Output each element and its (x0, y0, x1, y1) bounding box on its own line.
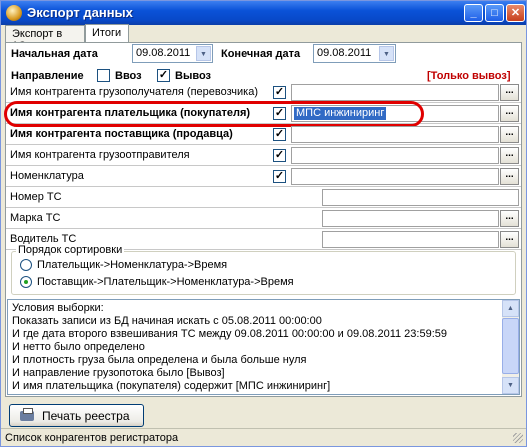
window-title: Экспорт данных (27, 5, 133, 20)
sort-option-label: Плательщик->Номенклатура->Время (37, 259, 228, 271)
browse-button[interactable]: ... (500, 210, 519, 227)
filter-checkbox[interactable]: ✓ (273, 170, 286, 183)
export-label: Вывоз (175, 70, 211, 82)
chevron-down-icon[interactable]: ▼ (196, 46, 211, 61)
filter-label: Номер ТС (10, 191, 62, 203)
filter-checkbox[interactable]: ✓ (273, 149, 286, 162)
filter-input[interactable] (322, 231, 499, 248)
close-icon: ✕ (510, 7, 521, 19)
browse-button[interactable]: ... (500, 105, 519, 122)
sort-option-label: Поставщик->Плательщик->Номенклатура->Вре… (37, 276, 294, 288)
filter-label: Марка ТС (10, 212, 61, 224)
export-window: Экспорт данных _ □ ✕ Экспорт в 1С Итоги … (0, 0, 527, 447)
start-date-label: Начальная дата (11, 48, 98, 60)
filter-input[interactable] (291, 168, 499, 185)
filter-checkbox[interactable]: ✓ (273, 86, 286, 99)
maximize-button[interactable]: □ (485, 4, 504, 22)
end-date-picker[interactable]: 09.08.2011 ▼ (313, 44, 396, 63)
filter-row-vehicle-number: Номер ТС (6, 188, 521, 208)
totals-panel: Начальная дата 09.08.2011 ▼ Конечная дат… (4, 42, 522, 397)
import-label: Ввоз (115, 70, 142, 82)
sort-option-payer-radio[interactable] (20, 259, 32, 271)
condition-line: И имя плательщика (покупателя) содержит … (12, 380, 331, 392)
condition-line: И плотность груза была определена и была… (12, 354, 307, 366)
maximize-icon: □ (491, 7, 498, 19)
filter-input[interactable] (322, 189, 519, 206)
tab-totals[interactable]: Итоги (85, 24, 129, 43)
import-checkbox[interactable] (97, 69, 110, 82)
browse-button[interactable]: ... (500, 231, 519, 248)
red-highlight-outline (4, 101, 424, 127)
status-text: Список конрагентов регистратора (5, 432, 179, 444)
end-date-value: 09.08.2011 (317, 47, 372, 59)
scroll-up-icon[interactable]: ▲ (502, 300, 519, 317)
start-date-picker[interactable]: 09.08.2011 ▼ (132, 44, 213, 63)
resize-grip-icon[interactable] (513, 433, 523, 443)
filter-row-shipper: Имя контрагента грузоотправителя ✓ ... (6, 146, 521, 166)
condition-line: И направление грузопотока было [Вывоз] (12, 367, 225, 379)
direction-label: Направление (11, 70, 84, 82)
filter-row-nomenclature: Номенклатура ✓ ... (6, 167, 521, 187)
filter-label: Имя контрагента грузополучателя (перевоз… (10, 86, 259, 98)
tab-export-1c[interactable]: Экспорт в 1С (5, 25, 85, 52)
title-bar[interactable]: Экспорт данных _ □ ✕ (1, 1, 526, 25)
condition-line: И где дата второго взвешивания ТС между … (12, 328, 447, 340)
print-registry-label: Печать реестра (42, 409, 130, 423)
print-registry-button[interactable]: Печать реестра (9, 404, 144, 427)
only-export-indicator: [Только вывоз] (427, 70, 511, 82)
browse-button[interactable]: ... (500, 147, 519, 164)
filter-input[interactable] (322, 210, 499, 227)
close-button[interactable]: ✕ (506, 4, 525, 22)
filter-input[interactable] (291, 84, 499, 101)
scroll-thumb[interactable] (502, 318, 519, 374)
app-icon (6, 5, 22, 21)
filter-row-supplier: Имя контрагента поставщика (продавца) ✓ … (6, 125, 521, 145)
memo-scrollbar[interactable]: ▲ ▼ (502, 300, 519, 394)
browse-button[interactable]: ... (500, 84, 519, 101)
filter-input[interactable] (291, 147, 499, 164)
conditions-memo[interactable]: Условия выборки: Показать записи из БД н… (7, 299, 520, 395)
sort-option-supplier-radio[interactable] (20, 276, 32, 288)
condition-line: Условия выборки: (12, 302, 104, 314)
sort-order-group (11, 251, 516, 295)
browse-button[interactable]: ... (500, 168, 519, 185)
minimize-icon: _ (470, 7, 477, 19)
browse-button[interactable]: ... (500, 126, 519, 143)
condition-line: Показать записи из БД начиная искать с 0… (12, 315, 322, 327)
filter-checkbox[interactable]: ✓ (273, 128, 286, 141)
export-checkbox[interactable]: ✓ (157, 69, 170, 82)
minimize-button[interactable]: _ (464, 4, 483, 22)
end-date-label: Конечная дата (221, 48, 301, 60)
start-date-value: 09.08.2011 (136, 47, 191, 59)
scroll-down-icon[interactable]: ▼ (502, 377, 519, 394)
printer-icon (20, 408, 34, 421)
filter-row-vehicle-brand: Марка ТС ... (6, 209, 521, 229)
chevron-down-icon[interactable]: ▼ (379, 46, 394, 61)
filter-label: Номенклатура (10, 170, 84, 182)
filter-input[interactable] (291, 126, 499, 143)
filter-label: Имя контрагента поставщика (продавца) (10, 128, 233, 140)
filter-label: Имя контрагента грузоотправителя (10, 149, 190, 161)
status-bar: Список конрагентов регистратора (1, 428, 526, 446)
sort-order-legend: Порядок сортировки (16, 244, 125, 256)
filter-row-consignee: Имя контрагента грузополучателя (перевоз… (6, 83, 521, 103)
condition-line: И нетто было определено (12, 341, 145, 353)
